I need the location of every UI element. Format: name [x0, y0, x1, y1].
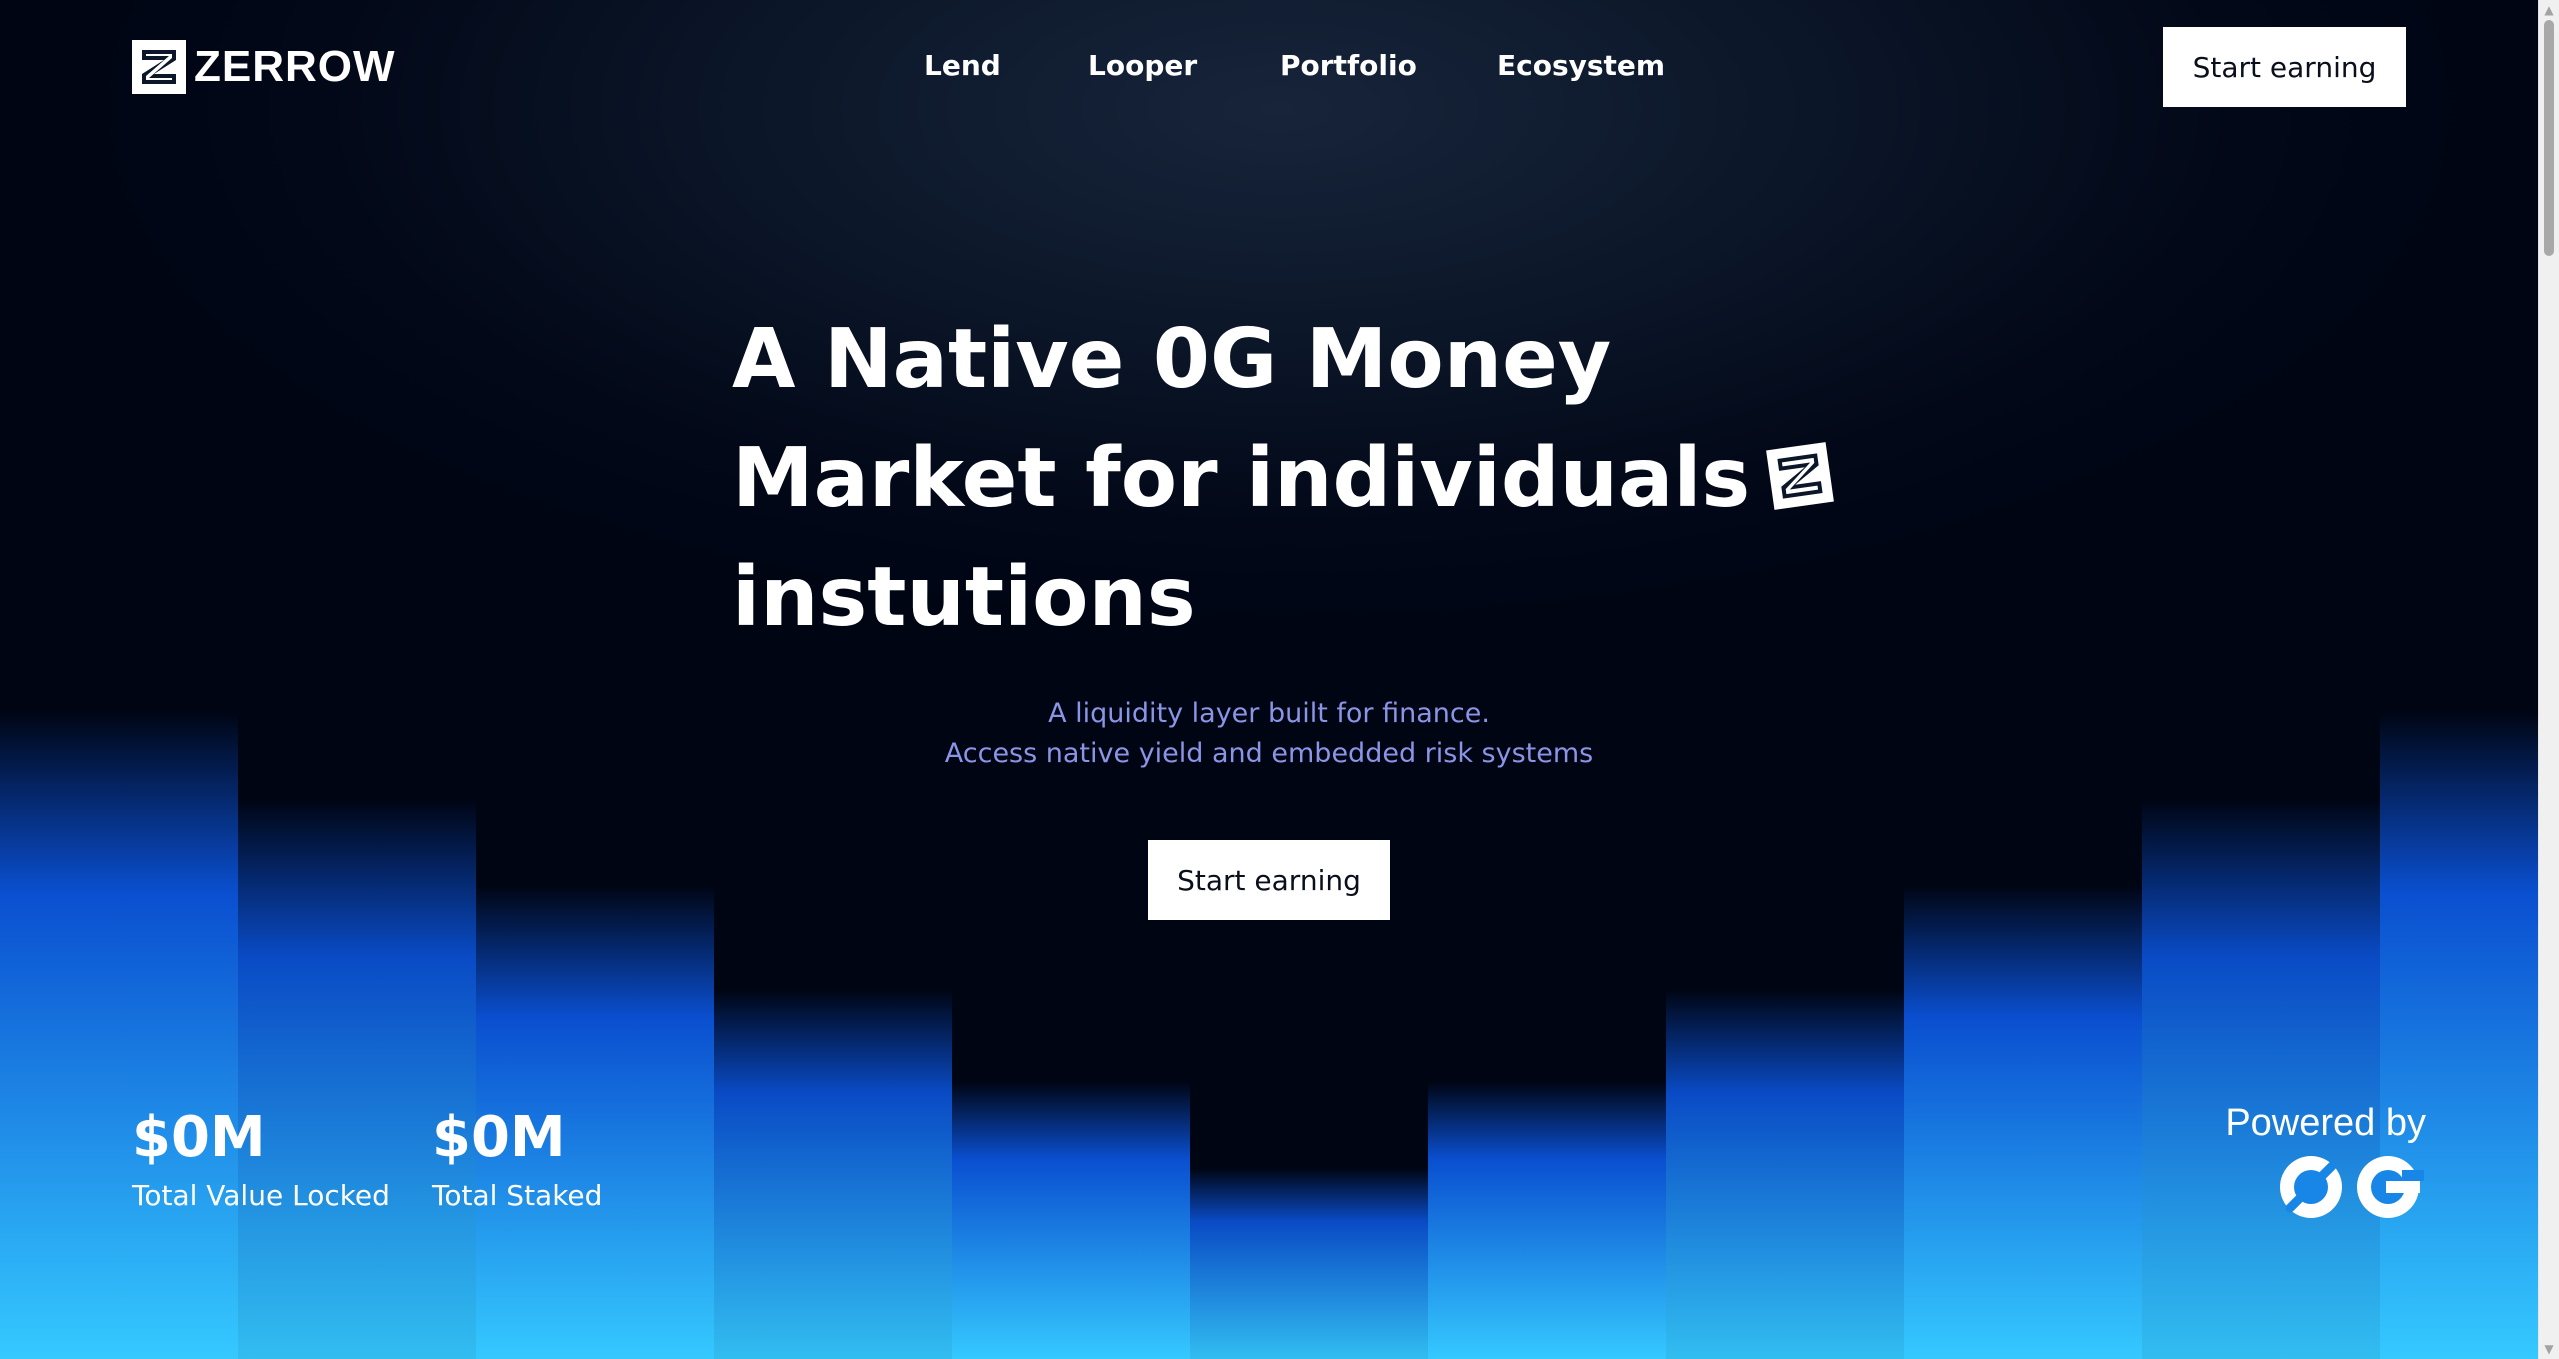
stat-total-value-locked: $0M Total Value Locked — [132, 1100, 390, 1216]
stat-total-staked: $0M Total Staked — [432, 1100, 602, 1216]
stat-value: $0M — [132, 1105, 266, 1170]
top-nav: ZERROW Lend Looper Portfolio Ecosystem S… — [0, 0, 2538, 132]
hero-title-line-2-wrap: Market for individuals — [732, 419, 1835, 538]
hero-subtitle-line-2: Access native yield and embedded risk sy… — [944, 738, 1594, 769]
nav-start-earning-button[interactable]: Start earning — [2163, 27, 2406, 107]
hero-title-line-3: instutions — [732, 550, 1196, 645]
hero-start-earning-button[interactable]: Start earning — [1148, 840, 1390, 920]
scroll-down-icon[interactable]: ▼ — [2539, 1339, 2559, 1359]
stat-label: Total Value Locked — [132, 1179, 390, 1212]
0g-logo[interactable] — [2276, 1152, 2426, 1222]
powered-by-label: Powered by — [2225, 1102, 2426, 1144]
hero-title-line-2: Market for individuals — [732, 431, 1751, 526]
scroll-up-icon[interactable]: ▲ — [2539, 0, 2559, 20]
zerrow-bolt-icon — [1766, 442, 1835, 510]
nav-link-lend[interactable]: Lend — [924, 44, 1001, 88]
nav-link-portfolio[interactable]: Portfolio — [1280, 44, 1417, 88]
stat-label: Total Staked — [432, 1179, 603, 1212]
hero-title-line-1: A Native 0G Money — [732, 312, 1612, 407]
hero-subtitle-line-1: A liquidity layer built for finance. — [1048, 698, 1490, 729]
page-scrollbar[interactable]: ▲ ▼ — [2538, 0, 2559, 1359]
nav-links: Lend Looper Portfolio Ecosystem — [0, 44, 2538, 88]
nav-link-ecosystem[interactable]: Ecosystem — [1497, 44, 1665, 88]
scroll-thumb[interactable] — [2544, 20, 2554, 256]
powered-by: Powered by — [2225, 1100, 2426, 1222]
stat-value: $0M — [432, 1105, 566, 1170]
hero-title: A Native 0G Money Market for individuals… — [732, 300, 1835, 657]
nav-link-looper[interactable]: Looper — [1088, 44, 1197, 88]
page: ZERROW Lend Looper Portfolio Ecosystem S… — [0, 0, 2559, 1359]
